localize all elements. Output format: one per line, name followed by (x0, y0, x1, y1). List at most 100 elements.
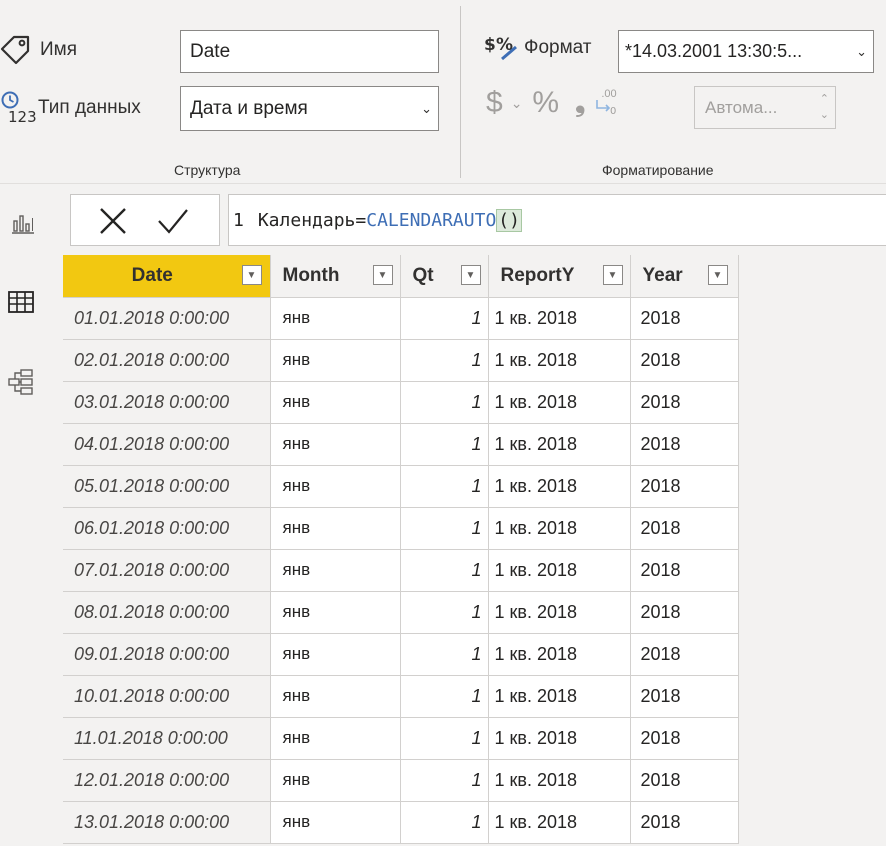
filter-dropdown-icon[interactable]: ▼ (241, 265, 262, 285)
cell-year[interactable]: 2018 (630, 339, 739, 382)
cell-month[interactable]: янв (270, 591, 401, 634)
cell-date[interactable]: 06.01.2018 0:00:00 (63, 507, 271, 550)
cell-month[interactable]: янв (270, 549, 401, 592)
cell-year[interactable]: 2018 (630, 423, 739, 466)
cell-qt[interactable]: 1 (400, 339, 489, 382)
table-row[interactable]: 08.01.2018 0:00:00 янв 1 1 кв. 2018 2018 (63, 591, 739, 634)
percent-button[interactable]: % (532, 86, 559, 120)
cell-qt[interactable]: 1 (400, 801, 489, 844)
cell-reporty[interactable]: 1 кв. 2018 (488, 549, 631, 592)
cell-year[interactable]: 2018 (630, 675, 739, 718)
cell-month[interactable]: янв (270, 675, 401, 718)
cell-month[interactable]: янв (270, 633, 401, 676)
cell-qt[interactable]: 1 (400, 717, 489, 760)
cell-date[interactable]: 03.01.2018 0:00:00 (63, 381, 271, 424)
table-row[interactable]: 09.01.2018 0:00:00 янв 1 1 кв. 2018 2018 (63, 633, 739, 676)
table-row[interactable]: 07.01.2018 0:00:00 янв 1 1 кв. 2018 2018 (63, 549, 739, 592)
cell-year[interactable]: 2018 (630, 507, 739, 550)
cell-reporty[interactable]: 1 кв. 2018 (488, 381, 631, 424)
cell-reporty[interactable]: 1 кв. 2018 (488, 591, 631, 634)
cell-reporty[interactable]: 1 кв. 2018 (488, 717, 631, 760)
cell-reporty[interactable]: 1 кв. 2018 (488, 507, 631, 550)
table-row[interactable]: 04.01.2018 0:00:00 янв 1 1 кв. 2018 2018 (63, 423, 739, 466)
cell-reporty[interactable]: 1 кв. 2018 (488, 465, 631, 508)
cell-year[interactable]: 2018 (630, 549, 739, 592)
cell-qt[interactable]: 1 (400, 633, 489, 676)
cell-year[interactable]: 2018 (630, 801, 739, 844)
cancel-formula-button[interactable] (97, 205, 129, 237)
cell-year[interactable]: 2018 (630, 717, 739, 760)
cell-reporty[interactable]: 1 кв. 2018 (488, 675, 631, 718)
commit-formula-button[interactable] (157, 205, 189, 237)
filter-dropdown-icon[interactable]: ▼ (460, 265, 481, 285)
table-row[interactable]: 03.01.2018 0:00:00 янв 1 1 кв. 2018 2018 (63, 381, 739, 424)
cell-date[interactable]: 02.01.2018 0:00:00 (63, 339, 271, 382)
cell-year[interactable]: 2018 (630, 591, 739, 634)
cell-month[interactable]: янв (270, 423, 401, 466)
data-view-icon[interactable] (7, 288, 35, 316)
cell-reporty[interactable]: 1 кв. 2018 (488, 759, 631, 802)
data-type-select[interactable]: Дата и время ⌄ (180, 86, 439, 131)
cell-month[interactable]: янв (270, 801, 401, 844)
cell-qt[interactable]: 1 (400, 549, 489, 592)
cell-qt[interactable]: 1 (400, 423, 489, 466)
chevron-down-icon[interactable]: ⌄ (511, 95, 523, 112)
cell-reporty[interactable]: 1 кв. 2018 (488, 339, 631, 382)
table-row[interactable]: 12.01.2018 0:00:00 янв 1 1 кв. 2018 2018 (63, 759, 739, 802)
cell-year[interactable]: 2018 (630, 633, 739, 676)
table-row[interactable]: 01.01.2018 0:00:00 янв 1 1 кв. 2018 2018 (63, 297, 739, 340)
column-header-date[interactable]: Date ▼ (63, 255, 271, 298)
table-row[interactable]: 10.01.2018 0:00:00 янв 1 1 кв. 2018 2018 (63, 675, 739, 718)
currency-button[interactable]: $ (486, 86, 503, 120)
table-row[interactable]: 11.01.2018 0:00:00 янв 1 1 кв. 2018 2018 (63, 717, 739, 760)
cell-qt[interactable]: 1 (400, 675, 489, 718)
report-view-icon[interactable] (9, 208, 37, 236)
cell-qt[interactable]: 1 (400, 465, 489, 508)
cell-date[interactable]: 10.01.2018 0:00:00 (63, 675, 271, 718)
cell-qt[interactable]: 1 (400, 759, 489, 802)
cell-year[interactable]: 2018 (630, 465, 739, 508)
comma-button[interactable]: ❟ (575, 87, 585, 119)
cell-date[interactable]: 12.01.2018 0:00:00 (63, 759, 271, 802)
column-header-year[interactable]: Year ▼ (630, 255, 739, 298)
filter-dropdown-icon[interactable]: ▼ (602, 265, 623, 285)
cell-date[interactable]: 13.01.2018 0:00:00 (63, 801, 271, 844)
table-row[interactable]: 02.01.2018 0:00:00 янв 1 1 кв. 2018 2018 (63, 339, 739, 382)
cell-year[interactable]: 2018 (630, 759, 739, 802)
cell-reporty[interactable]: 1 кв. 2018 (488, 801, 631, 844)
cell-date[interactable]: 01.01.2018 0:00:00 (63, 297, 271, 340)
name-input[interactable]: Date (180, 30, 439, 73)
cell-date[interactable]: 04.01.2018 0:00:00 (63, 423, 271, 466)
column-header-reporty[interactable]: ReportY ▼ (488, 255, 631, 298)
cell-reporty[interactable]: 1 кв. 2018 (488, 297, 631, 340)
table-row[interactable]: 13.01.2018 0:00:00 янв 1 1 кв. 2018 2018 (63, 801, 739, 844)
cell-month[interactable]: янв (270, 759, 401, 802)
column-header-qt[interactable]: Qt ▼ (400, 255, 489, 298)
column-header-month[interactable]: Month ▼ (270, 255, 401, 298)
cell-date[interactable]: 07.01.2018 0:00:00 (63, 549, 271, 592)
cell-year[interactable]: 2018 (630, 381, 739, 424)
table-row[interactable]: 05.01.2018 0:00:00 янв 1 1 кв. 2018 2018 (63, 465, 739, 508)
cell-year[interactable]: 2018 (630, 297, 739, 340)
cell-month[interactable]: янв (270, 507, 401, 550)
decimal-places-stepper[interactable]: Автома... ⌃ ⌄ (694, 86, 836, 129)
cell-date[interactable]: 05.01.2018 0:00:00 (63, 465, 271, 508)
cell-month[interactable]: янв (270, 717, 401, 760)
cell-qt[interactable]: 1 (400, 381, 489, 424)
format-select[interactable]: *14.03.2001 13:30:5... ⌄ (618, 30, 874, 73)
cell-qt[interactable]: 1 (400, 297, 489, 340)
cell-reporty[interactable]: 1 кв. 2018 (488, 633, 631, 676)
formula-input[interactable]: 1 Календарь = CALENDARAUTO() (228, 194, 886, 246)
cell-month[interactable]: янв (270, 297, 401, 340)
cell-date[interactable]: 08.01.2018 0:00:00 (63, 591, 271, 634)
cell-date[interactable]: 09.01.2018 0:00:00 (63, 633, 271, 676)
filter-dropdown-icon[interactable]: ▼ (707, 265, 728, 285)
cell-date[interactable]: 11.01.2018 0:00:00 (63, 717, 271, 760)
cell-month[interactable]: янв (270, 465, 401, 508)
spin-arrows-icon[interactable]: ⌃ ⌄ (820, 91, 829, 123)
cell-month[interactable]: янв (270, 339, 401, 382)
filter-dropdown-icon[interactable]: ▼ (372, 265, 393, 285)
cell-qt[interactable]: 1 (400, 591, 489, 634)
decimals-button[interactable]: .00 0 (595, 88, 621, 118)
cell-month[interactable]: янв (270, 381, 401, 424)
